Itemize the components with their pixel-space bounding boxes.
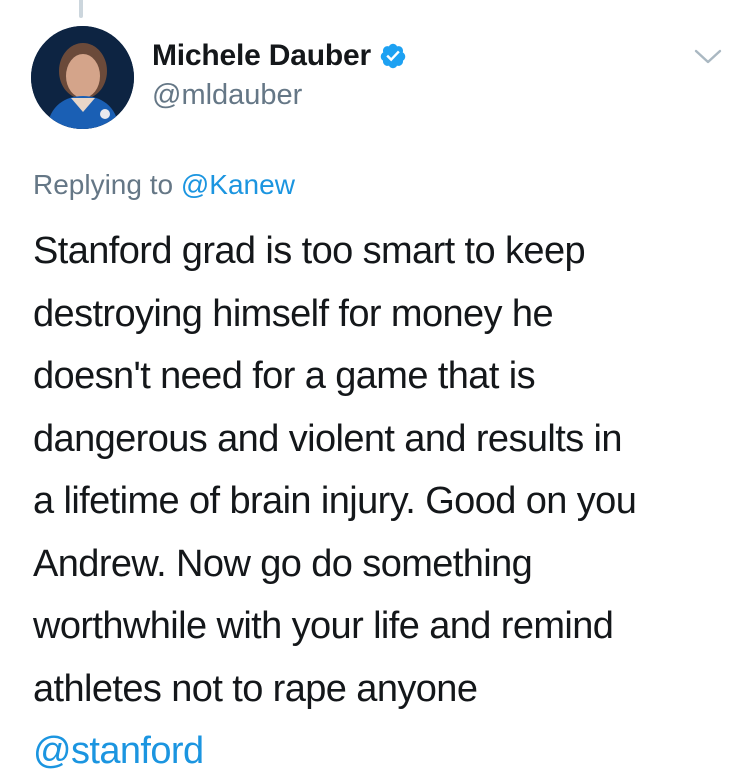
tweet-text-line: Stanford grad is too smart to keep — [33, 230, 586, 272]
reply-mention-link[interactable]: @Kanew — [181, 169, 295, 200]
reply-context: Replying to @Kanew — [33, 168, 295, 202]
tweet-text-line: destroying himself for money he — [33, 292, 554, 335]
author-handle[interactable]: @mldauber — [152, 78, 302, 112]
author-display-name[interactable]: Michele Dauber — [152, 38, 371, 74]
verified-badge-icon — [379, 42, 407, 70]
avatar-photo — [31, 26, 134, 129]
tweet-text-line: dangerous and violent and results in — [33, 417, 623, 460]
avatar[interactable] — [31, 26, 134, 129]
author-name-row: Michele Dauber — [152, 38, 407, 74]
thread-connector-line — [79, 0, 83, 18]
tweet-text-line: worthwhile with your life and remind — [33, 605, 614, 647]
reply-context-prefix: Replying to — [33, 169, 181, 200]
tweet-text-line: Andrew. Now go do something — [33, 542, 533, 585]
tweet-text: Stanford grad is too smart to keep destr… — [33, 220, 733, 783]
tweet-text-line: athletes not to rape anyone — [33, 667, 478, 710]
chevron-down-icon[interactable] — [694, 48, 722, 66]
stanford-mention-link[interactable]: @stanford — [33, 720, 733, 783]
tweet-text-line: doesn't need for a game that is — [33, 355, 536, 397]
tweet-text-line: a lifetime of brain injury. Good on you — [33, 480, 637, 522]
